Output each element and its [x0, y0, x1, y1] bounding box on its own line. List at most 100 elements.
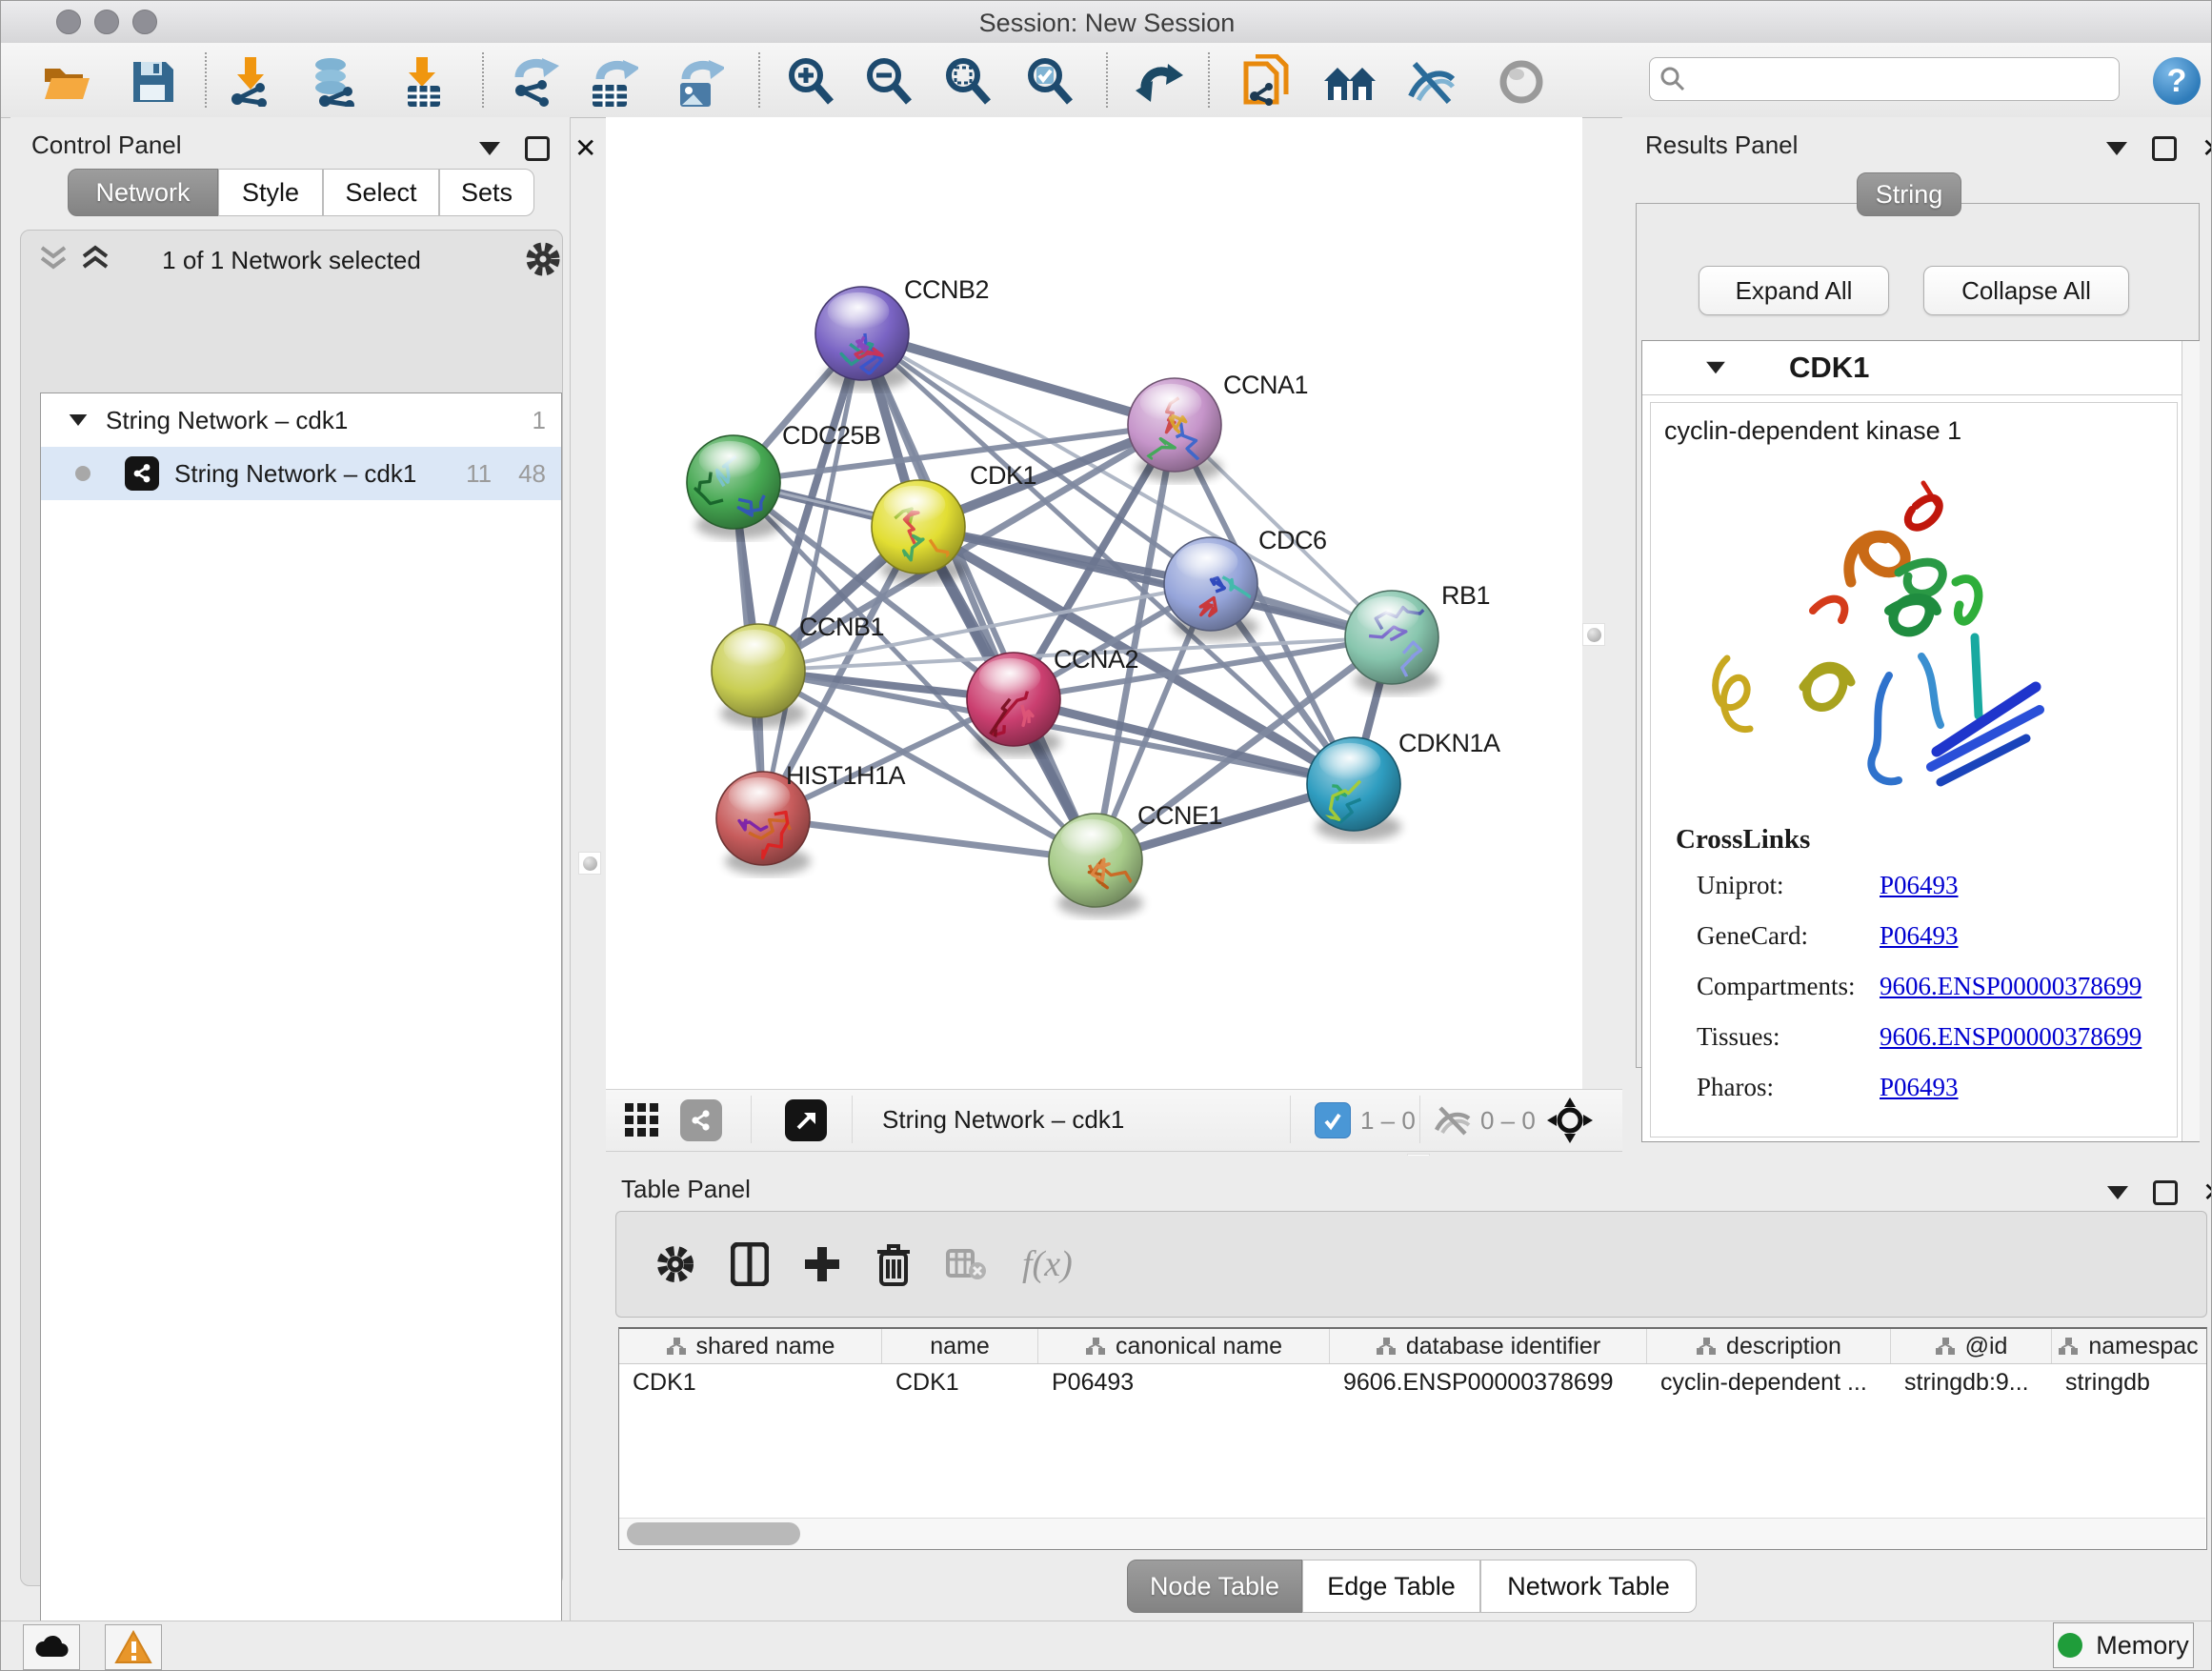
collapse-all-button[interactable]: Collapse All [1923, 266, 2129, 315]
show-all-icon[interactable] [1495, 55, 1548, 109]
control-panel-close-icon[interactable]: ✕ [574, 139, 596, 158]
column-header[interactable]: canonical name [1038, 1329, 1330, 1363]
show-columns-icon[interactable] [731, 1242, 769, 1286]
export-table-icon[interactable] [587, 55, 640, 109]
node-table[interactable]: shared name name canonical name database… [618, 1327, 2207, 1550]
delete-table-icon[interactable] [946, 1247, 988, 1281]
table-settings-gear-icon[interactable] [654, 1243, 696, 1285]
control-panel-collapse-icon[interactable] [479, 142, 500, 155]
warning-icon [114, 1630, 152, 1664]
add-column-icon[interactable] [803, 1245, 841, 1283]
hide-selected-icon[interactable] [1405, 55, 1458, 109]
crosslink-pharos-link[interactable]: P06493 [1880, 1073, 1959, 1102]
zoom-selected-icon[interactable] [1023, 55, 1076, 109]
column-header[interactable]: database identifier [1330, 1329, 1647, 1363]
network-node-CDKN1A[interactable]: CDKN1A [1307, 729, 1500, 841]
table-row[interactable]: CDK1 CDK1 P06493 9606.ENSP00000378699 cy… [619, 1364, 2206, 1400]
toolbar-separator [205, 52, 207, 108]
crosslink-genecard-link[interactable]: P06493 [1880, 921, 1959, 951]
first-neighbors-icon[interactable] [1322, 55, 1376, 109]
protein-card-expander-icon[interactable] [1706, 362, 1725, 374]
search-box[interactable] [1649, 57, 2120, 101]
network-node-RB1[interactable]: RB1 [1345, 581, 1490, 695]
tab-style[interactable]: Style [218, 169, 323, 216]
save-session-icon[interactable] [127, 55, 180, 109]
tab-sets[interactable]: Sets [439, 169, 534, 216]
network-row-selected[interactable]: String Network – cdk1 11 48 [41, 447, 561, 500]
results-panel-float-icon[interactable] [2152, 136, 2177, 161]
network-edge-CCNB2-RB1[interactable] [862, 333, 1392, 637]
column-header[interactable]: namespac [2052, 1329, 2204, 1363]
tab-string-results[interactable]: String [1857, 172, 1961, 216]
search-input[interactable] [1684, 65, 2109, 93]
network-node-HIST1H1A[interactable]: HIST1H1A [716, 761, 906, 876]
zoom-fit-icon[interactable] [941, 55, 995, 109]
tab-network[interactable]: Network [68, 169, 218, 216]
new-network-from-selection-icon[interactable] [1240, 55, 1294, 109]
hidden-eye-icon[interactable] [1433, 1105, 1473, 1136]
crosslink-uniprot-link[interactable]: P06493 [1880, 871, 1959, 900]
right-splitter-handle[interactable] [1582, 623, 1605, 646]
birds-eye-view-icon[interactable] [785, 1099, 827, 1141]
crosslink-tissues-link[interactable]: 9606.ENSP00000378699 [1880, 1022, 2142, 1052]
network-title: String Network – cdk1 [882, 1105, 1124, 1135]
network-edge-HIST1H1A-CCNE1[interactable] [763, 818, 1096, 860]
current-network-dot-icon [75, 466, 90, 481]
control-panel-float-icon[interactable] [525, 136, 550, 161]
network-node-CCNE1[interactable]: CCNE1 [1049, 801, 1222, 917]
results-panel-title: Results Panel [1645, 131, 1798, 160]
network-collection-row[interactable]: String Network – cdk1 1 [41, 393, 561, 447]
tab-network-table[interactable]: Network Table [1480, 1560, 1697, 1613]
pan-crosshair-icon[interactable] [1547, 1097, 1593, 1143]
selected-checkbox-icon[interactable] [1315, 1102, 1351, 1138]
network-options-gear-icon[interactable] [524, 240, 562, 278]
table-panel-float-icon[interactable] [2153, 1180, 2178, 1205]
network-node-CDC6[interactable]: CDC6 [1164, 526, 1327, 641]
results-vertical-scrollbar[interactable] [2182, 341, 2200, 1141]
collection-count: 1 [533, 406, 546, 435]
network-node-CCNB2[interactable]: CCNB2 [815, 275, 989, 391]
column-header[interactable]: name [882, 1329, 1038, 1363]
protein-card-header[interactable]: CDK1 [1642, 341, 2199, 395]
tab-node-table[interactable]: Node Table [1127, 1560, 1302, 1613]
tab-edge-table[interactable]: Edge Table [1302, 1560, 1480, 1613]
node-label-CCNB2: CCNB2 [904, 275, 989, 304]
import-network-from-database-icon[interactable] [308, 55, 361, 109]
network-edge-count: 48 [518, 459, 546, 489]
help-button[interactable]: ? [2153, 57, 2201, 105]
table-horizontal-scrollbar[interactable] [619, 1518, 2205, 1549]
import-table-from-file-icon[interactable] [397, 55, 451, 109]
scrollbar-thumb[interactable] [627, 1522, 800, 1545]
crosslink-compartments-link[interactable]: 9606.ENSP00000378699 [1880, 972, 2142, 1001]
network-edge-CCNB2-HIST1H1A[interactable] [763, 333, 862, 818]
network-badge-icon[interactable] [680, 1099, 722, 1141]
collection-expander-icon[interactable] [70, 414, 88, 426]
warnings-button[interactable] [105, 1624, 162, 1670]
export-image-icon[interactable] [673, 55, 726, 109]
export-network-icon[interactable] [508, 55, 561, 109]
zoom-out-icon[interactable] [862, 55, 915, 109]
column-header[interactable]: description [1647, 1329, 1891, 1363]
left-splitter-handle[interactable] [578, 852, 601, 875]
grid-view-icon[interactable] [625, 1103, 661, 1139]
function-builder-icon[interactable]: f(x) [1022, 1243, 1073, 1285]
results-panel-close-icon[interactable]: ✕ [2202, 139, 2212, 158]
expand-all-button[interactable]: Expand All [1699, 266, 1889, 315]
apply-preferred-layout-icon[interactable] [1133, 55, 1186, 109]
results-panel-collapse-icon[interactable] [2106, 142, 2127, 155]
column-header[interactable]: @id [1891, 1329, 2052, 1363]
delete-column-trash-icon[interactable] [875, 1242, 912, 1286]
open-session-icon[interactable] [41, 55, 94, 109]
protein-description: cyclin-dependent kinase 1 [1664, 416, 1961, 446]
table-panel-close-icon[interactable]: ✕ [2202, 1183, 2212, 1202]
zoom-in-icon[interactable] [784, 55, 837, 109]
memory-button[interactable]: Memory [2053, 1622, 2194, 1668]
table-panel-collapse-icon[interactable] [2107, 1186, 2128, 1199]
network-canvas[interactable]: CCNB2CCNA1CDC25BCDK1CDC6RB1CCNB1CCNA2CDK… [606, 117, 1582, 1089]
cloud-button[interactable] [23, 1624, 80, 1670]
tab-select[interactable]: Select [323, 169, 439, 216]
network-tree: String Network – cdk1 1 String Network –… [40, 393, 562, 1671]
network-node-CCNA1[interactable]: CCNA1 [1128, 371, 1308, 482]
import-network-from-file-icon[interactable] [225, 55, 278, 109]
column-header[interactable]: shared name [619, 1329, 882, 1363]
